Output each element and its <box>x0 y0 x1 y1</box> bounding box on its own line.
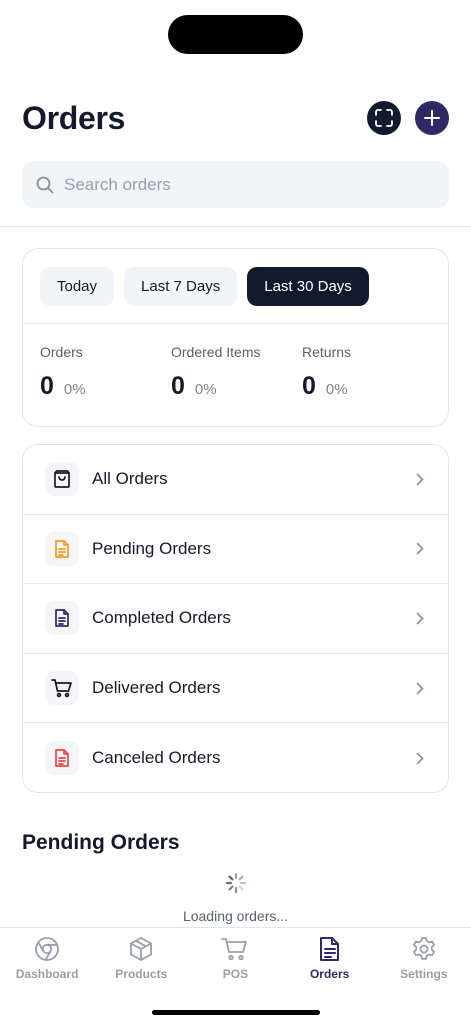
stat-label: Returns <box>302 344 352 360</box>
stats-row: Orders 0 0% Ordered Items 0 0% Returns 0… <box>23 324 448 401</box>
page-header: Orders <box>22 96 449 140</box>
order-link-label: Pending Orders <box>92 538 212 558</box>
tab-last-30-days[interactable]: Last 30 Days <box>247 267 369 306</box>
chevron-right-icon <box>416 473 424 486</box>
cart-icon <box>51 679 72 698</box>
add-order-button[interactable] <box>415 101 449 135</box>
plus-icon <box>424 110 440 126</box>
stat-change: 0% <box>194 381 217 398</box>
header-actions <box>367 101 449 135</box>
tabbar-label: Dashboard <box>15 967 79 981</box>
search-placeholder: Search orders <box>64 174 171 194</box>
shopping-bag-icon <box>54 470 70 489</box>
stat-change: 0% <box>63 381 86 398</box>
stat-ordered-items: Ordered Items 0 0% <box>171 344 302 401</box>
chevron-right-icon <box>416 752 424 764</box>
tabbar-label: POS <box>222 967 249 981</box>
stat-orders: Orders 0 0% <box>40 344 171 401</box>
gear-icon <box>412 937 435 960</box>
chevron-right-icon <box>416 543 424 555</box>
order-link-delivered[interactable]: Delivered Orders <box>23 654 448 724</box>
search-input[interactable]: Search orders <box>22 161 449 208</box>
stats-card: Today Last 7 Days Last 30 Days Orders 0 … <box>22 248 449 427</box>
order-link-label: Canceled Orders <box>92 748 221 768</box>
loading-spinner-icon <box>225 872 247 894</box>
cart-icon <box>221 938 248 961</box>
tabbar-label: Products <box>115 967 168 981</box>
stat-change: 0% <box>325 381 348 398</box>
home-indicator <box>152 1010 320 1015</box>
chevron-right-icon <box>416 612 424 625</box>
tab-today[interactable]: Today <box>40 267 115 306</box>
scan-button[interactable] <box>367 101 401 135</box>
tabbar-label: Orders <box>309 967 350 981</box>
stat-value: 0 <box>171 372 185 400</box>
search-icon <box>36 176 54 193</box>
box-icon <box>130 937 153 961</box>
page-title: Orders <box>22 99 126 136</box>
tabbar-label: Settings <box>400 967 448 981</box>
order-link-canceled[interactable]: Canceled Orders <box>23 723 448 792</box>
order-link-label: Delivered Orders <box>92 678 221 698</box>
chrome-icon <box>35 937 59 961</box>
document-icon <box>55 540 69 558</box>
stat-value: 0 <box>302 372 316 400</box>
order-link-completed[interactable]: Completed Orders <box>23 584 448 654</box>
period-tabs: Today Last 7 Days Last 30 Days <box>23 249 448 324</box>
header-divider <box>0 226 471 227</box>
order-link-pending[interactable]: Pending Orders <box>23 515 448 585</box>
order-link-label: All Orders <box>92 469 168 489</box>
document-icon <box>55 749 69 768</box>
pending-orders-heading: Pending Orders <box>22 831 180 854</box>
document-icon <box>55 609 69 628</box>
stat-label: Orders <box>40 344 83 360</box>
stat-value: 0 <box>40 372 54 400</box>
chevron-right-icon <box>416 682 424 694</box>
order-links-card: All Orders Pending Orders Completed Orde… <box>22 444 449 793</box>
order-link-label: Completed Orders <box>92 608 231 628</box>
tab-last-7-days[interactable]: Last 7 Days <box>124 267 238 306</box>
stat-label: Ordered Items <box>171 344 261 360</box>
order-link-all[interactable]: All Orders <box>23 445 448 515</box>
stat-returns: Returns 0 0% <box>302 344 433 401</box>
document-icon <box>319 937 339 961</box>
tabbar-item-dashboard[interactable]: Dashboard <box>0 928 94 1024</box>
loading-text: Loading orders... <box>182 908 289 924</box>
scan-icon <box>375 109 393 127</box>
tabbar-item-settings[interactable]: Settings <box>377 928 471 1024</box>
dynamic-island <box>168 15 303 54</box>
